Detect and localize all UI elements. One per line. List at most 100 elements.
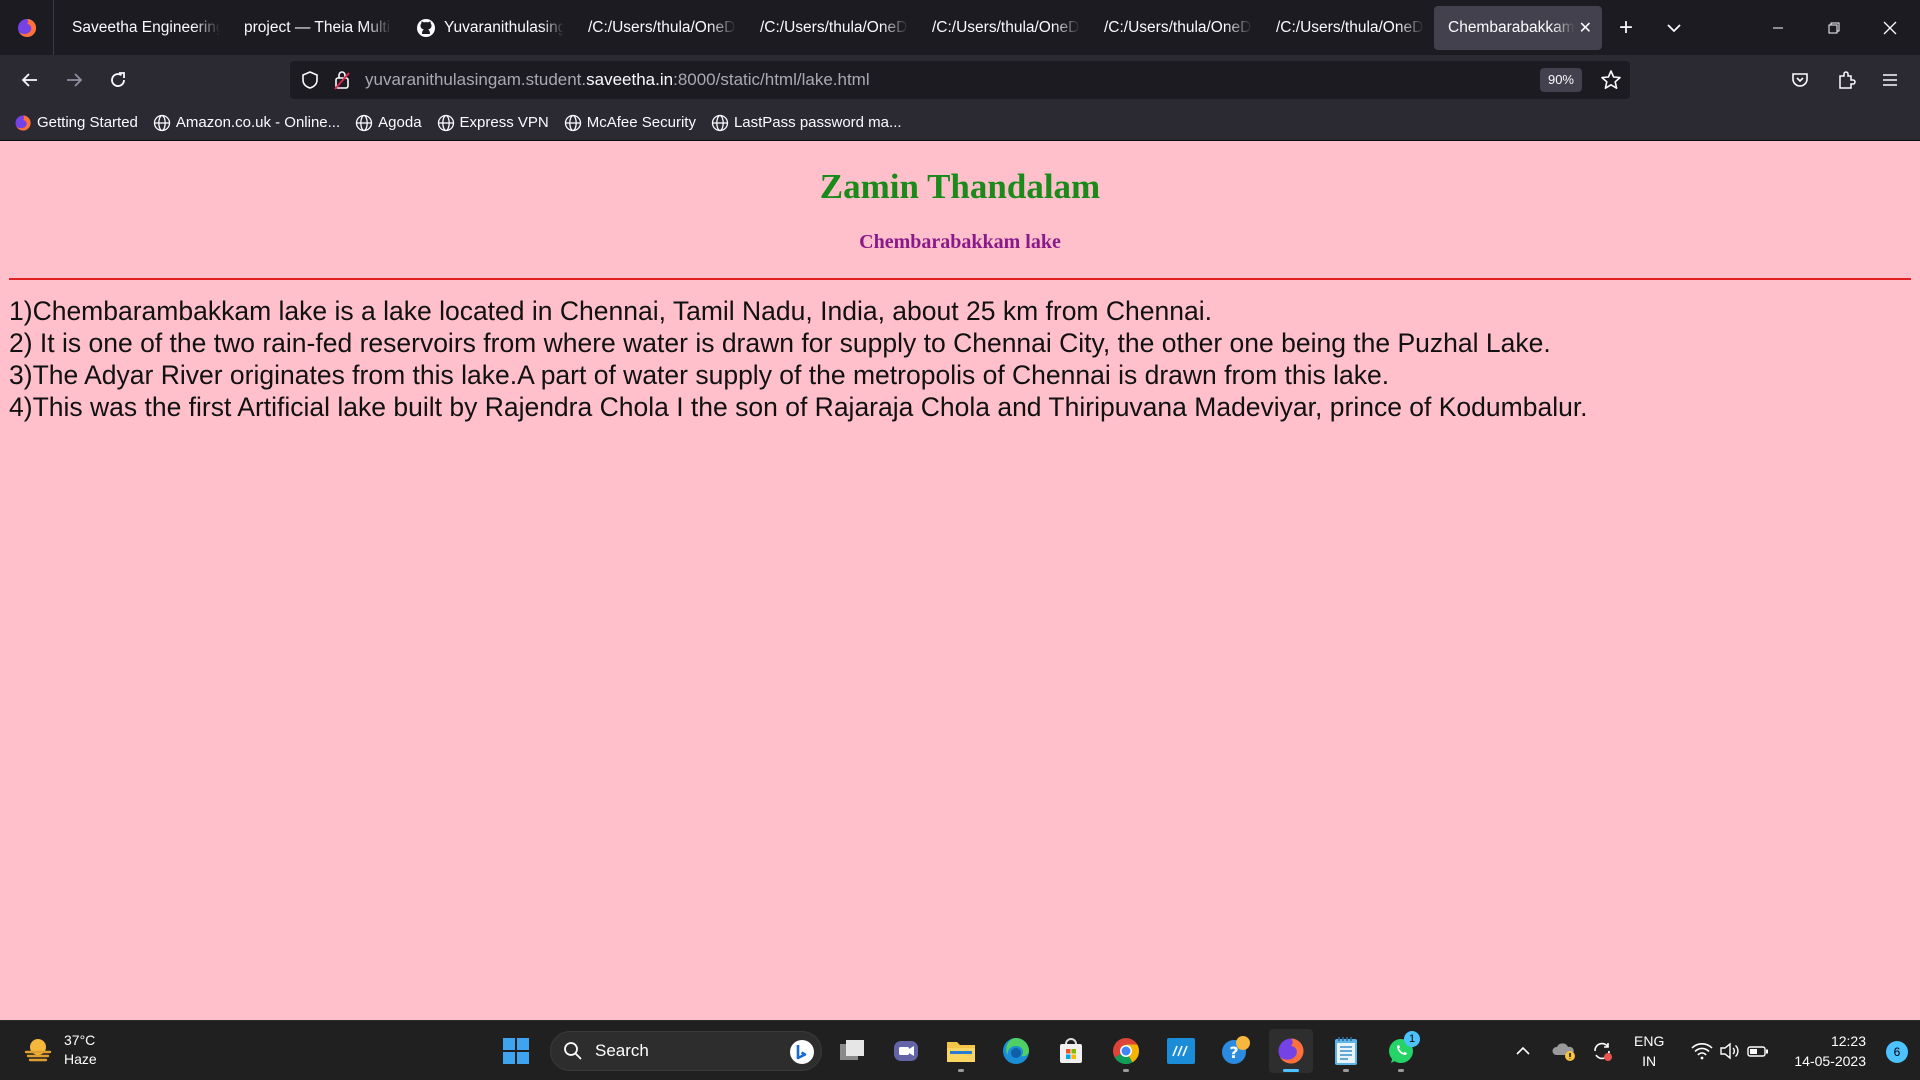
running-indicator (1123, 1069, 1129, 1072)
sync-tray-button[interactable] (1586, 1021, 1618, 1080)
chrome-button[interactable] (1104, 1029, 1148, 1073)
tab-github[interactable]: Yuvaranithulasing (402, 6, 574, 50)
arrow-left-icon (21, 73, 37, 87)
get-help-button[interactable]: ? (1214, 1029, 1258, 1073)
firefox-icon (17, 18, 36, 37)
url-suffix: :8000/static/html/lake.html (673, 70, 870, 89)
wifi-icon (1691, 1043, 1713, 1060)
microsoft-store-button[interactable] (1049, 1029, 1093, 1073)
url-domain: saveetha.in (586, 70, 674, 89)
weather-temperature: 37°C (64, 1032, 96, 1048)
bookmark-express-vpn[interactable]: Express VPN (437, 114, 549, 132)
tab-label: Saveetha Engineering (72, 18, 220, 36)
tracking-protection-icon[interactable] (300, 70, 320, 95)
chevron-down-icon (1667, 23, 1681, 32)
firefox-view-button[interactable] (0, 0, 54, 55)
pocket-button[interactable] (1778, 60, 1822, 100)
system-clock[interactable]: 12:23 14-05-2023 (1794, 1031, 1866, 1071)
myhp-button[interactable] (1159, 1029, 1203, 1073)
notification-center-badge[interactable]: 6 (1886, 1041, 1908, 1063)
teams-chat-button[interactable] (884, 1029, 928, 1073)
new-tab-button[interactable]: + (1602, 6, 1650, 50)
running-indicator (1398, 1069, 1404, 1072)
bookmark-mcafee[interactable]: McAfee Security (564, 114, 696, 132)
tab-label: /C:/Users/thula/OneD (1104, 18, 1252, 36)
tab-local-file-4[interactable]: /C:/Users/thula/OneD (1090, 6, 1262, 50)
bookmark-label: Express VPN (459, 114, 549, 131)
windows-taskbar: 37°C Haze Search ? 1 ENG IN 12:23 14-05-… (0, 1020, 1920, 1080)
tab-local-file-2[interactable]: /C:/Users/thula/OneD (746, 6, 918, 50)
insecure-connection-lock-icon[interactable] (332, 69, 352, 96)
close-icon (1883, 21, 1897, 34)
tab-local-file-1[interactable]: /C:/Users/thula/OneD (574, 6, 746, 50)
search-icon (564, 1042, 582, 1060)
bookmark-label: LastPass password ma... (733, 114, 902, 131)
tab-label: /C:/Users/thula/OneD (1276, 18, 1424, 36)
tab-label: Yuvaranithulasing (444, 18, 564, 36)
clock-date: 14-05-2023 (1794, 1053, 1866, 1069)
minimize-button[interactable] (1750, 0, 1806, 55)
bookmark-getting-started[interactable]: Getting Started (14, 114, 138, 132)
tab-local-file-5[interactable]: /C:/Users/thula/OneD (1262, 6, 1434, 50)
fact-line-4: 4)This was the first Artificial lake bui… (9, 392, 1588, 422)
tab-theia[interactable]: project — Theia Multi (230, 6, 402, 50)
whatsapp-button[interactable]: 1 (1379, 1029, 1423, 1073)
notepad-button[interactable] (1324, 1029, 1368, 1073)
close-tab-icon[interactable]: ✕ (1579, 18, 1592, 38)
bookmarks-toolbar: Getting Started Amazon.co.uk - Online...… (0, 105, 1920, 141)
arrow-right-icon (67, 73, 83, 87)
puzzle-icon (1839, 71, 1856, 89)
fact-line-3: 3)The Adyar River originates from this l… (9, 360, 1390, 390)
url-prefix: yuvaranithulasingam.student. (365, 70, 587, 89)
globe-icon (355, 114, 373, 132)
weather-widget[interactable]: 37°C Haze (22, 1031, 97, 1069)
app-menu-button[interactable] (1868, 60, 1912, 100)
network-volume-battery-button[interactable] (1684, 1021, 1776, 1080)
horizontal-rule (9, 278, 1911, 280)
bing-icon[interactable] (789, 1039, 815, 1070)
url-text[interactable]: yuvaranithulasingam.student.saveetha.in:… (365, 70, 870, 90)
running-indicator (958, 1069, 964, 1072)
reload-button[interactable] (96, 60, 140, 100)
taskbar-search[interactable]: Search (550, 1031, 822, 1071)
back-button[interactable] (8, 60, 52, 100)
input-language-indicator[interactable]: ENG IN (1634, 1031, 1664, 1071)
edge-button[interactable] (994, 1029, 1038, 1073)
bookmark-label: McAfee Security (586, 114, 696, 131)
zoom-reset-button[interactable]: 90% (1539, 68, 1582, 92)
show-hidden-icons-button[interactable] (1508, 1021, 1538, 1080)
fact-line-2: 2) It is one of the two rain-fed reservo… (9, 328, 1551, 358)
onedrive-warning-icon (1552, 1043, 1575, 1061)
firefox-taskbar-button[interactable] (1269, 1029, 1313, 1073)
tab-label: project — Theia Multi (244, 18, 391, 36)
tab-saveetha[interactable]: Saveetha Engineering (58, 6, 230, 50)
globe-icon (564, 114, 582, 132)
bookmark-lastpass[interactable]: LastPass password ma... (711, 114, 902, 132)
start-button[interactable] (494, 1029, 538, 1073)
list-all-tabs-button[interactable] (1650, 6, 1698, 50)
windows-logo-icon (503, 1038, 529, 1064)
svg-text:?: ? (1229, 1043, 1238, 1062)
file-explorer-button[interactable] (939, 1029, 983, 1073)
bookmark-amazon[interactable]: Amazon.co.uk - Online... (153, 114, 340, 132)
notepad-icon (1335, 1037, 1357, 1065)
bookmark-agoda[interactable]: Agoda (355, 114, 422, 132)
help-icon: ? (1222, 1036, 1250, 1064)
onedrive-tray-button[interactable] (1548, 1021, 1580, 1080)
globe-icon (437, 114, 455, 132)
forward-button[interactable] (52, 60, 96, 100)
address-bar[interactable]: yuvaranithulasingam.student.saveetha.in:… (290, 61, 1630, 99)
bookmark-star-icon[interactable] (1600, 69, 1622, 96)
task-view-button[interactable] (830, 1029, 874, 1073)
tab-strip: Saveetha Engineering project — Theia Mul… (0, 0, 1920, 55)
restore-button[interactable] (1806, 0, 1862, 55)
tab-local-file-3[interactable]: /C:/Users/thula/OneD (918, 6, 1090, 50)
navigation-toolbar: yuvaranithulasingam.student.saveetha.in:… (0, 55, 1920, 105)
tab-label: /C:/Users/thula/OneD (760, 18, 908, 36)
page-title: Zamin Thandalam (819, 167, 1101, 206)
close-window-button[interactable] (1862, 0, 1918, 55)
clock-time: 12:23 (1830, 1033, 1866, 1049)
firefox-icon (1278, 1038, 1304, 1064)
tab-chembarabakkam-active[interactable]: Chembarabakkam l ✕ (1434, 5, 1602, 50)
extensions-button[interactable] (1824, 60, 1868, 100)
